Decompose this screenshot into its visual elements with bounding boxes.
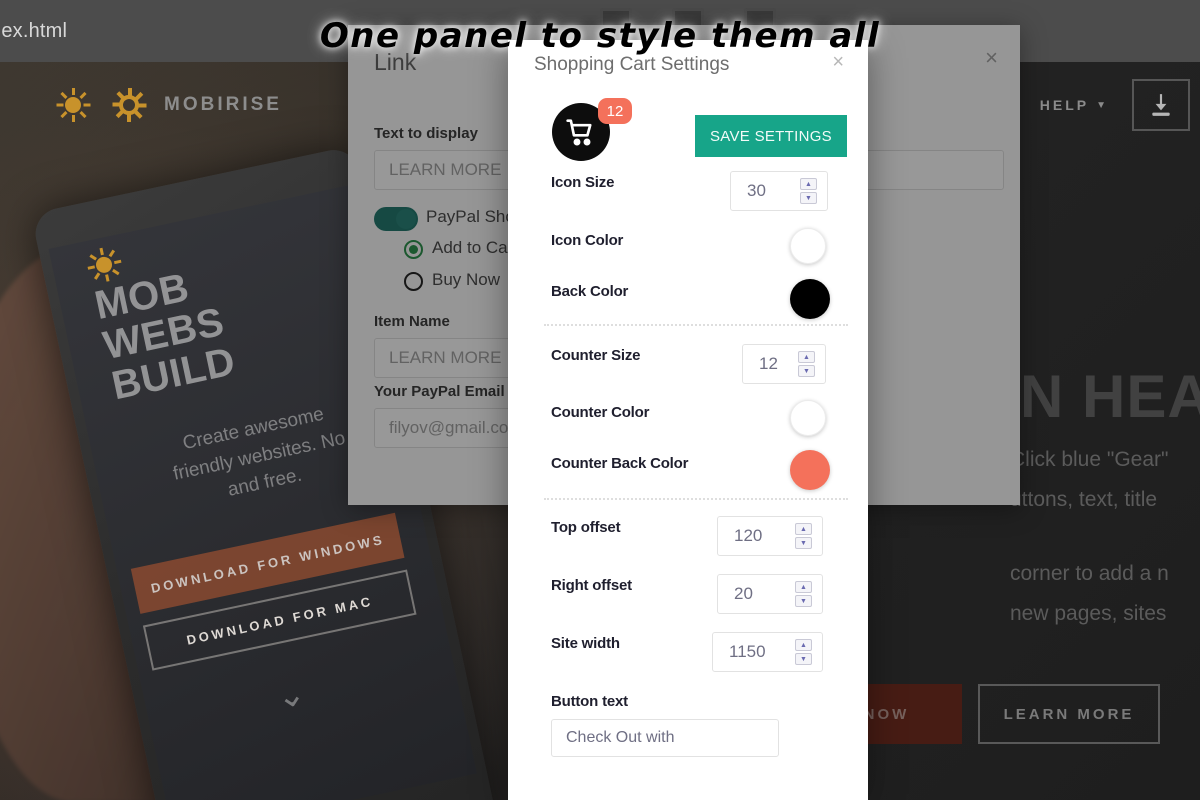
radio-add-to-cart-label: Add to Car xyxy=(432,238,514,257)
section-divider xyxy=(544,324,848,326)
icon-color-label: Icon Color xyxy=(551,232,624,249)
top-offset-value: 120 xyxy=(734,526,763,545)
nav-help-label[interactable]: HELP xyxy=(1040,97,1089,113)
site-width-spinner[interactable]: 1150 ▲ ▼ xyxy=(712,632,823,672)
radio-buy-now[interactable] xyxy=(404,272,423,291)
back-color-label: Back Color xyxy=(551,283,629,300)
caret-up-icon[interactable]: ▲ xyxy=(795,523,812,535)
shopping-cart-settings-panel: Shopping Cart Settings × 12 SAVE SETTING… xyxy=(508,40,868,800)
caret-down-icon[interactable]: ▼ xyxy=(795,537,812,549)
counter-size-spinner[interactable]: 12 ▲ ▼ xyxy=(742,344,826,384)
right-offset-value: 20 xyxy=(734,584,753,603)
caret-down-icon[interactable]: ▼ xyxy=(800,192,817,204)
counter-back-color-label: Counter Back Color xyxy=(551,455,689,472)
caret-down-icon[interactable]: ▼ xyxy=(795,595,812,607)
counter-back-color-swatch[interactable] xyxy=(790,450,830,490)
top-offset-spinner[interactable]: 120 ▲ ▼ xyxy=(717,516,823,556)
counter-size-label: Counter Size xyxy=(551,347,641,364)
caret-up-icon[interactable]: ▲ xyxy=(795,639,812,651)
radio-buy-now-label: Buy Now xyxy=(432,270,501,289)
cart-panel-title: Shopping Cart Settings xyxy=(534,54,730,75)
caret-up-icon[interactable]: ▲ xyxy=(800,178,817,190)
hero-headline: N HEA xyxy=(1020,363,1200,430)
button-text-input[interactable]: Check Out with xyxy=(551,719,779,757)
spinner-arrows[interactable]: ▲ ▼ xyxy=(795,523,812,549)
chevron-down-icon: ▼ xyxy=(1096,99,1106,111)
chevron-down-icon: ⌄ xyxy=(272,673,309,717)
spinner-arrows[interactable]: ▲ ▼ xyxy=(795,581,812,607)
counter-color-label: Counter Color xyxy=(551,404,650,421)
hero-body-text: Click blue "Gear" uttons, text, title co… xyxy=(1010,448,1169,625)
radio-add-to-cart[interactable] xyxy=(404,240,423,259)
site-brand-label: MOBIRISE xyxy=(164,94,282,115)
spinner-arrows[interactable]: ▲ ▼ xyxy=(795,639,812,665)
icon-size-spinner[interactable]: 30 ▲ ▼ xyxy=(730,171,828,211)
right-offset-label: Right offset xyxy=(551,577,632,594)
counter-color-swatch[interactable] xyxy=(790,400,826,436)
caret-down-icon[interactable]: ▼ xyxy=(798,365,815,377)
section-divider xyxy=(544,498,848,500)
item-name-label: Item Name xyxy=(374,313,450,330)
spinner-arrows[interactable]: ▲ ▼ xyxy=(798,351,815,377)
icon-color-swatch[interactable] xyxy=(790,228,826,264)
save-settings-button[interactable]: SAVE SETTINGS xyxy=(695,115,847,157)
phone-hero-title: MOB WEBS BUILD xyxy=(90,265,240,408)
overlay-caption: One panel to style them all xyxy=(319,16,881,56)
top-offset-label: Top offset xyxy=(551,519,621,536)
screenshot-root: MOB WEBS BUILD Create awesome friendly w… xyxy=(0,0,1200,800)
counter-size-value: 12 xyxy=(759,354,778,373)
icon-size-label: Icon Size xyxy=(551,174,615,191)
sun-icon-outline xyxy=(112,88,147,122)
site-width-label: Site width xyxy=(551,635,620,652)
download-icon[interactable] xyxy=(1132,79,1190,131)
caret-up-icon[interactable]: ▲ xyxy=(795,581,812,593)
paypal-email-label: Your PayPal Email xyxy=(374,383,505,400)
button-text-label: Button text xyxy=(551,693,628,710)
spinner-arrows[interactable]: ▲ ▼ xyxy=(800,178,817,204)
paypal-shop-toggle[interactable] xyxy=(374,207,418,231)
caret-down-icon[interactable]: ▼ xyxy=(795,653,812,665)
caret-up-icon[interactable]: ▲ xyxy=(798,351,815,363)
cart-badge-count: 12 xyxy=(598,98,632,124)
icon-size-value: 30 xyxy=(747,181,766,200)
text-to-display-label: Text to display xyxy=(374,125,478,142)
right-offset-spinner[interactable]: 20 ▲ ▼ xyxy=(717,574,823,614)
hero-secondary-button[interactable]: LEARN MORE xyxy=(978,684,1160,744)
sun-icon-filled xyxy=(56,88,91,122)
site-width-value: 1150 xyxy=(729,642,766,661)
back-color-swatch[interactable] xyxy=(790,279,830,319)
